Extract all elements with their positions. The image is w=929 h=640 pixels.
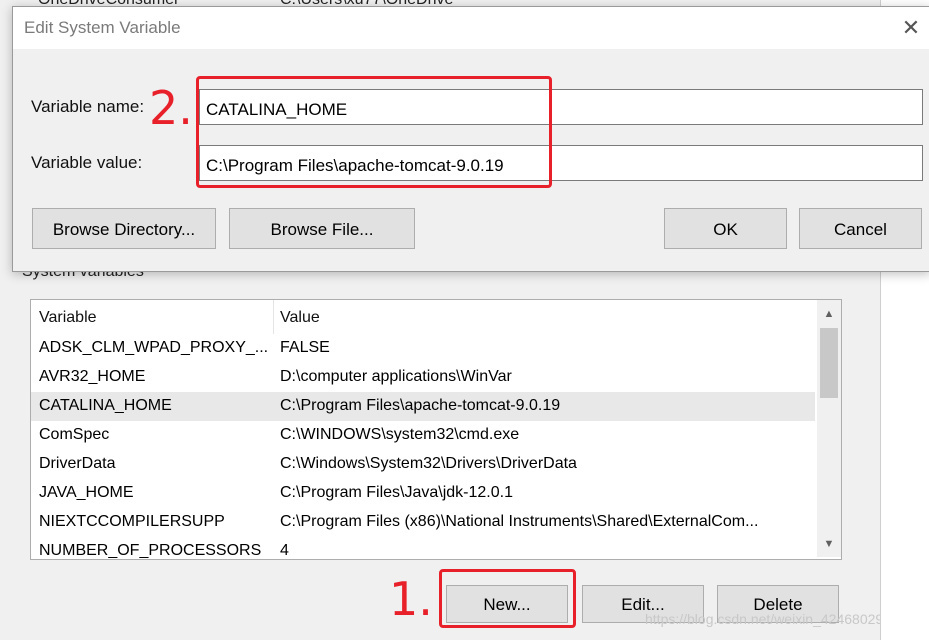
annotation-highlight-new [439, 569, 576, 628]
column-separator[interactable] [273, 300, 274, 334]
column-header-value[interactable]: Value [280, 309, 320, 327]
table-row-selected[interactable]: CATALINA_HOME C:\Program Files\apache-to… [31, 392, 815, 421]
row-value: C:\WINDOWS\system32\cmd.exe [280, 426, 520, 443]
table-row[interactable]: JAVA_HOME C:\Program Files\Java\jdk-12.0… [31, 479, 815, 508]
ok-button[interactable]: OK [664, 208, 787, 249]
system-variables-list[interactable]: Variable Value ADSK_CLM_WPAD_PROXY_... F… [30, 299, 842, 560]
row-value: C:\Program Files\Java\jdk-12.0.1 [280, 484, 513, 501]
scroll-down-icon[interactable]: ▼ [817, 534, 841, 554]
row-variable: NUMBER_OF_PROCESSORS [39, 542, 262, 559]
row-variable: ADSK_CLM_WPAD_PROXY_... [39, 339, 269, 356]
row-value: C:\Program Files\apache-tomcat-9.0.19 [280, 397, 561, 414]
annotation-step-2: 2. [149, 81, 193, 135]
browse-file-button[interactable]: Browse File... [229, 208, 415, 249]
list-header: Variable Value [31, 300, 815, 334]
table-row[interactable]: AVR32_HOME D:\computer applications\WinV… [31, 363, 815, 392]
table-row[interactable]: DriverData C:\Windows\System32\Drivers\D… [31, 450, 815, 479]
table-row[interactable]: NIEXTCCOMPILERSUPP C:\Program Files (x86… [31, 508, 815, 537]
table-row[interactable]: ADSK_CLM_WPAD_PROXY_... FALSE [31, 334, 815, 363]
row-value: 4 [280, 542, 289, 559]
row-value: FALSE [280, 339, 330, 356]
scroll-thumb[interactable] [820, 328, 838, 398]
row-variable: DriverData [39, 455, 116, 472]
table-row[interactable]: ComSpec C:\WINDOWS\system32\cmd.exe [31, 421, 815, 450]
close-icon[interactable]: ✕ [896, 13, 926, 43]
row-value: D:\computer applications\WinVar [280, 368, 512, 385]
row-variable: CATALINA_HOME [39, 397, 172, 414]
watermark-text: https://blog.csdn.net/weixin_42468029 [645, 611, 884, 627]
table-row[interactable]: NUMBER_OF_PROCESSORS 4 [31, 537, 815, 559]
column-header-variable[interactable]: Variable [39, 309, 97, 327]
row-variable: JAVA_HOME [39, 484, 134, 501]
scroll-up-icon[interactable]: ▲ [817, 304, 841, 324]
row-variable: NIEXTCCOMPILERSUPP [39, 513, 225, 530]
vertical-scrollbar[interactable]: ▲ ▼ [817, 300, 841, 557]
dialog-title: Edit System Variable [24, 18, 181, 37]
dialog-titlebar[interactable]: Edit System Variable ✕ [13, 7, 929, 49]
annotation-highlight-fields [196, 76, 552, 188]
row-variable: AVR32_HOME [39, 368, 146, 385]
variable-name-label: Variable name: [31, 97, 145, 116]
row-variable: ComSpec [39, 426, 110, 443]
cancel-button[interactable]: Cancel [799, 208, 922, 249]
variable-value-label: Variable value: [31, 153, 143, 172]
row-value: C:\Windows\System32\Drivers\DriverData [280, 455, 577, 472]
row-value: C:\Program Files (x86)\National Instrume… [280, 513, 759, 530]
browse-directory-button[interactable]: Browse Directory... [32, 208, 216, 249]
annotation-step-1: 1. [389, 572, 433, 626]
